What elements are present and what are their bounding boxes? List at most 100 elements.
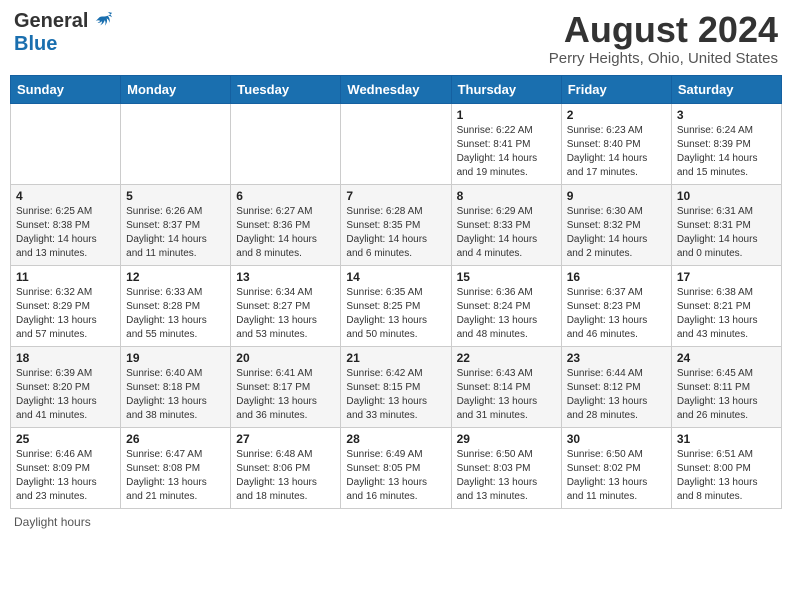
weekday-header-sunday: Sunday bbox=[11, 75, 121, 103]
calendar-cell: 30 Sunrise: 6:50 AM Sunset: 8:02 PM Dayli… bbox=[561, 427, 671, 508]
calendar-header-row: SundayMondayTuesdayWednesdayThursdayFrid… bbox=[11, 75, 782, 103]
day-info: Sunrise: 6:25 AM Sunset: 8:38 PM Dayligh… bbox=[16, 205, 115, 261]
logo-general-text: General bbox=[14, 10, 88, 33]
calendar-cell: 22 Sunrise: 6:43 AM Sunset: 8:14 PM Dayli… bbox=[451, 346, 561, 427]
calendar-cell: 27 Sunrise: 6:48 AM Sunset: 8:06 PM Dayli… bbox=[231, 427, 341, 508]
logo: General Blue bbox=[14, 10, 114, 56]
day-number: 2 bbox=[567, 108, 666, 122]
weekday-header-tuesday: Tuesday bbox=[231, 75, 341, 103]
calendar-cell: 11Sunrise: 6:32 AM Sunset: 8:29 PM Dayli… bbox=[11, 265, 121, 346]
calendar-cell: 25 Sunrise: 6:46 AM Sunset: 8:09 PM Dayli… bbox=[11, 427, 121, 508]
day-info: Sunrise: 6:38 AM Sunset: 8:21 PM Dayligh… bbox=[677, 286, 776, 342]
day-info: Sunrise: 6:51 AM Sunset: 8:00 PM Dayligh… bbox=[677, 448, 776, 504]
calendar-cell: 7 Sunrise: 6:28 AM Sunset: 8:35 PM Daylig… bbox=[341, 184, 451, 265]
day-number: 5 bbox=[126, 189, 225, 203]
day-number: 7 bbox=[346, 189, 445, 203]
calendar-week-3: 11Sunrise: 6:32 AM Sunset: 8:29 PM Dayli… bbox=[11, 265, 782, 346]
day-info: Sunrise: 6:30 AM Sunset: 8:32 PM Dayligh… bbox=[567, 205, 666, 261]
day-number: 6 bbox=[236, 189, 335, 203]
day-info: Sunrise: 6:24 AM Sunset: 8:39 PM Dayligh… bbox=[677, 124, 776, 180]
day-info: Sunrise: 6:26 AM Sunset: 8:37 PM Dayligh… bbox=[126, 205, 225, 261]
day-info: Sunrise: 6:37 AM Sunset: 8:23 PM Dayligh… bbox=[567, 286, 666, 342]
day-number: 9 bbox=[567, 189, 666, 203]
day-number: 14 bbox=[346, 270, 445, 284]
weekday-header-thursday: Thursday bbox=[451, 75, 561, 103]
day-number: 24 bbox=[677, 351, 776, 365]
day-number: 10 bbox=[677, 189, 776, 203]
calendar-cell: 13 Sunrise: 6:34 AM Sunset: 8:27 PM Dayli… bbox=[231, 265, 341, 346]
calendar-cell bbox=[341, 103, 451, 184]
day-info: Sunrise: 6:44 AM Sunset: 8:12 PM Dayligh… bbox=[567, 367, 666, 423]
day-number: 28 bbox=[346, 432, 445, 446]
day-number: 25 bbox=[16, 432, 115, 446]
calendar-cell: 15Sunrise: 6:36 AM Sunset: 8:24 PM Dayli… bbox=[451, 265, 561, 346]
calendar-cell: 26 Sunrise: 6:47 AM Sunset: 8:08 PM Dayli… bbox=[121, 427, 231, 508]
day-info: Sunrise: 6:36 AM Sunset: 8:24 PM Dayligh… bbox=[457, 286, 556, 342]
month-title: August 2024 bbox=[549, 10, 778, 50]
day-number: 18 bbox=[16, 351, 115, 365]
day-number: 16 bbox=[567, 270, 666, 284]
day-info: Sunrise: 6:43 AM Sunset: 8:14 PM Dayligh… bbox=[457, 367, 556, 423]
calendar-cell: 16 Sunrise: 6:37 AM Sunset: 8:23 PM Dayli… bbox=[561, 265, 671, 346]
day-info: Sunrise: 6:33 AM Sunset: 8:28 PM Dayligh… bbox=[126, 286, 225, 342]
calendar-cell: 12Sunrise: 6:33 AM Sunset: 8:28 PM Dayli… bbox=[121, 265, 231, 346]
day-info: Sunrise: 6:40 AM Sunset: 8:18 PM Dayligh… bbox=[126, 367, 225, 423]
day-number: 20 bbox=[236, 351, 335, 365]
daylight-label: Daylight hours bbox=[14, 515, 91, 529]
calendar-cell: 6 Sunrise: 6:27 AM Sunset: 8:36 PM Daylig… bbox=[231, 184, 341, 265]
calendar-cell: 23 Sunrise: 6:44 AM Sunset: 8:12 PM Dayli… bbox=[561, 346, 671, 427]
day-info: Sunrise: 6:42 AM Sunset: 8:15 PM Dayligh… bbox=[346, 367, 445, 423]
day-number: 19 bbox=[126, 351, 225, 365]
logo-blue-text: Blue bbox=[14, 33, 57, 56]
day-info: Sunrise: 6:49 AM Sunset: 8:05 PM Dayligh… bbox=[346, 448, 445, 504]
day-number: 21 bbox=[346, 351, 445, 365]
day-number: 23 bbox=[567, 351, 666, 365]
calendar-cell bbox=[231, 103, 341, 184]
day-number: 22 bbox=[457, 351, 556, 365]
calendar-cell: 5 Sunrise: 6:26 AM Sunset: 8:37 PM Daylig… bbox=[121, 184, 231, 265]
calendar-cell bbox=[121, 103, 231, 184]
day-info: Sunrise: 6:50 AM Sunset: 8:03 PM Dayligh… bbox=[457, 448, 556, 504]
day-info: Sunrise: 6:34 AM Sunset: 8:27 PM Dayligh… bbox=[236, 286, 335, 342]
calendar-cell: 29 Sunrise: 6:50 AM Sunset: 8:03 PM Dayli… bbox=[451, 427, 561, 508]
calendar-cell: 18Sunrise: 6:39 AM Sunset: 8:20 PM Dayli… bbox=[11, 346, 121, 427]
day-info: Sunrise: 6:50 AM Sunset: 8:02 PM Dayligh… bbox=[567, 448, 666, 504]
weekday-header-friday: Friday bbox=[561, 75, 671, 103]
calendar-cell: 1 Sunrise: 6:22 AM Sunset: 8:41 PM Daylig… bbox=[451, 103, 561, 184]
calendar-cell: 21 Sunrise: 6:42 AM Sunset: 8:15 PM Dayli… bbox=[341, 346, 451, 427]
calendar-cell: 9 Sunrise: 6:30 AM Sunset: 8:32 PM Daylig… bbox=[561, 184, 671, 265]
day-number: 30 bbox=[567, 432, 666, 446]
calendar-table: SundayMondayTuesdayWednesdayThursdayFrid… bbox=[10, 75, 782, 509]
calendar-cell: 10 Sunrise: 6:31 AM Sunset: 8:31 PM Dayli… bbox=[671, 184, 781, 265]
day-info: Sunrise: 6:41 AM Sunset: 8:17 PM Dayligh… bbox=[236, 367, 335, 423]
day-number: 26 bbox=[126, 432, 225, 446]
day-number: 13 bbox=[236, 270, 335, 284]
day-number: 29 bbox=[457, 432, 556, 446]
title-area: August 2024 Perry Heights, Ohio, United … bbox=[549, 10, 778, 67]
day-info: Sunrise: 6:23 AM Sunset: 8:40 PM Dayligh… bbox=[567, 124, 666, 180]
calendar-cell: 17 Sunrise: 6:38 AM Sunset: 8:21 PM Dayli… bbox=[671, 265, 781, 346]
day-info: Sunrise: 6:27 AM Sunset: 8:36 PM Dayligh… bbox=[236, 205, 335, 261]
calendar-cell: 4 Sunrise: 6:25 AM Sunset: 8:38 PM Daylig… bbox=[11, 184, 121, 265]
footer: Daylight hours bbox=[10, 515, 782, 529]
day-info: Sunrise: 6:31 AM Sunset: 8:31 PM Dayligh… bbox=[677, 205, 776, 261]
day-info: Sunrise: 6:29 AM Sunset: 8:33 PM Dayligh… bbox=[457, 205, 556, 261]
day-number: 27 bbox=[236, 432, 335, 446]
location: Perry Heights, Ohio, United States bbox=[549, 50, 778, 67]
day-info: Sunrise: 6:28 AM Sunset: 8:35 PM Dayligh… bbox=[346, 205, 445, 261]
day-info: Sunrise: 6:47 AM Sunset: 8:08 PM Dayligh… bbox=[126, 448, 225, 504]
day-number: 17 bbox=[677, 270, 776, 284]
day-info: Sunrise: 6:32 AM Sunset: 8:29 PM Dayligh… bbox=[16, 286, 115, 342]
calendar-cell: 24 Sunrise: 6:45 AM Sunset: 8:11 PM Dayli… bbox=[671, 346, 781, 427]
day-info: Sunrise: 6:45 AM Sunset: 8:11 PM Dayligh… bbox=[677, 367, 776, 423]
day-number: 31 bbox=[677, 432, 776, 446]
day-number: 1 bbox=[457, 108, 556, 122]
day-info: Sunrise: 6:46 AM Sunset: 8:09 PM Dayligh… bbox=[16, 448, 115, 504]
calendar-cell: 14Sunrise: 6:35 AM Sunset: 8:25 PM Dayli… bbox=[341, 265, 451, 346]
day-number: 8 bbox=[457, 189, 556, 203]
calendar-cell: 31 Sunrise: 6:51 AM Sunset: 8:00 PM Dayli… bbox=[671, 427, 781, 508]
day-info: Sunrise: 6:48 AM Sunset: 8:06 PM Dayligh… bbox=[236, 448, 335, 504]
day-info: Sunrise: 6:22 AM Sunset: 8:41 PM Dayligh… bbox=[457, 124, 556, 180]
calendar-cell bbox=[11, 103, 121, 184]
day-number: 4 bbox=[16, 189, 115, 203]
